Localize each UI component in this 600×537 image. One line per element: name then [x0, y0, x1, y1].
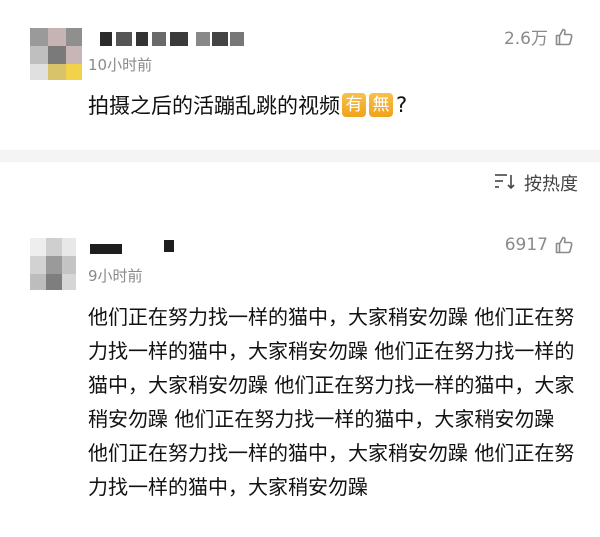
sort-icon [494, 173, 516, 194]
sort-button[interactable]: 按热度 [494, 170, 578, 196]
emoji-wu-icon: 無 [369, 93, 393, 117]
comment-time: 10小时前 [88, 56, 153, 74]
like-button[interactable]: 2.6万 [504, 24, 574, 49]
comment-list: 10小时前 2.6万 拍摄之后的活蹦乱跳的视频 有 無 ? 按热度 9小时前 6… [0, 0, 600, 537]
comment-time: 9小时前 [88, 267, 143, 285]
username-blurred[interactable] [100, 28, 250, 50]
like-count: 6917 [504, 235, 548, 255]
avatar[interactable] [30, 238, 76, 290]
thumbs-up-icon [554, 235, 574, 255]
like-count: 2.6万 [503, 29, 548, 49]
avatar[interactable] [30, 28, 82, 80]
like-button[interactable]: 6917 [505, 235, 574, 255]
thumbs-up-icon [554, 27, 574, 47]
section-divider [0, 150, 600, 162]
comment-item: 10小时前 2.6万 拍摄之后的活蹦乱跳的视频 有 無 ? [0, 0, 600, 150]
comment-text: 拍摄之后的活蹦乱跳的视频 有 無 ? [88, 93, 408, 118]
sort-label: 按热度 [524, 174, 578, 195]
username-blurred[interactable] [88, 238, 188, 256]
comment-text: 他们正在努力找一样的猫中，大家稍安勿躁 他们正在努力找一样的猫中，大家稍安勿躁 … [88, 305, 575, 499]
emoji-you-icon: 有 [342, 93, 366, 117]
